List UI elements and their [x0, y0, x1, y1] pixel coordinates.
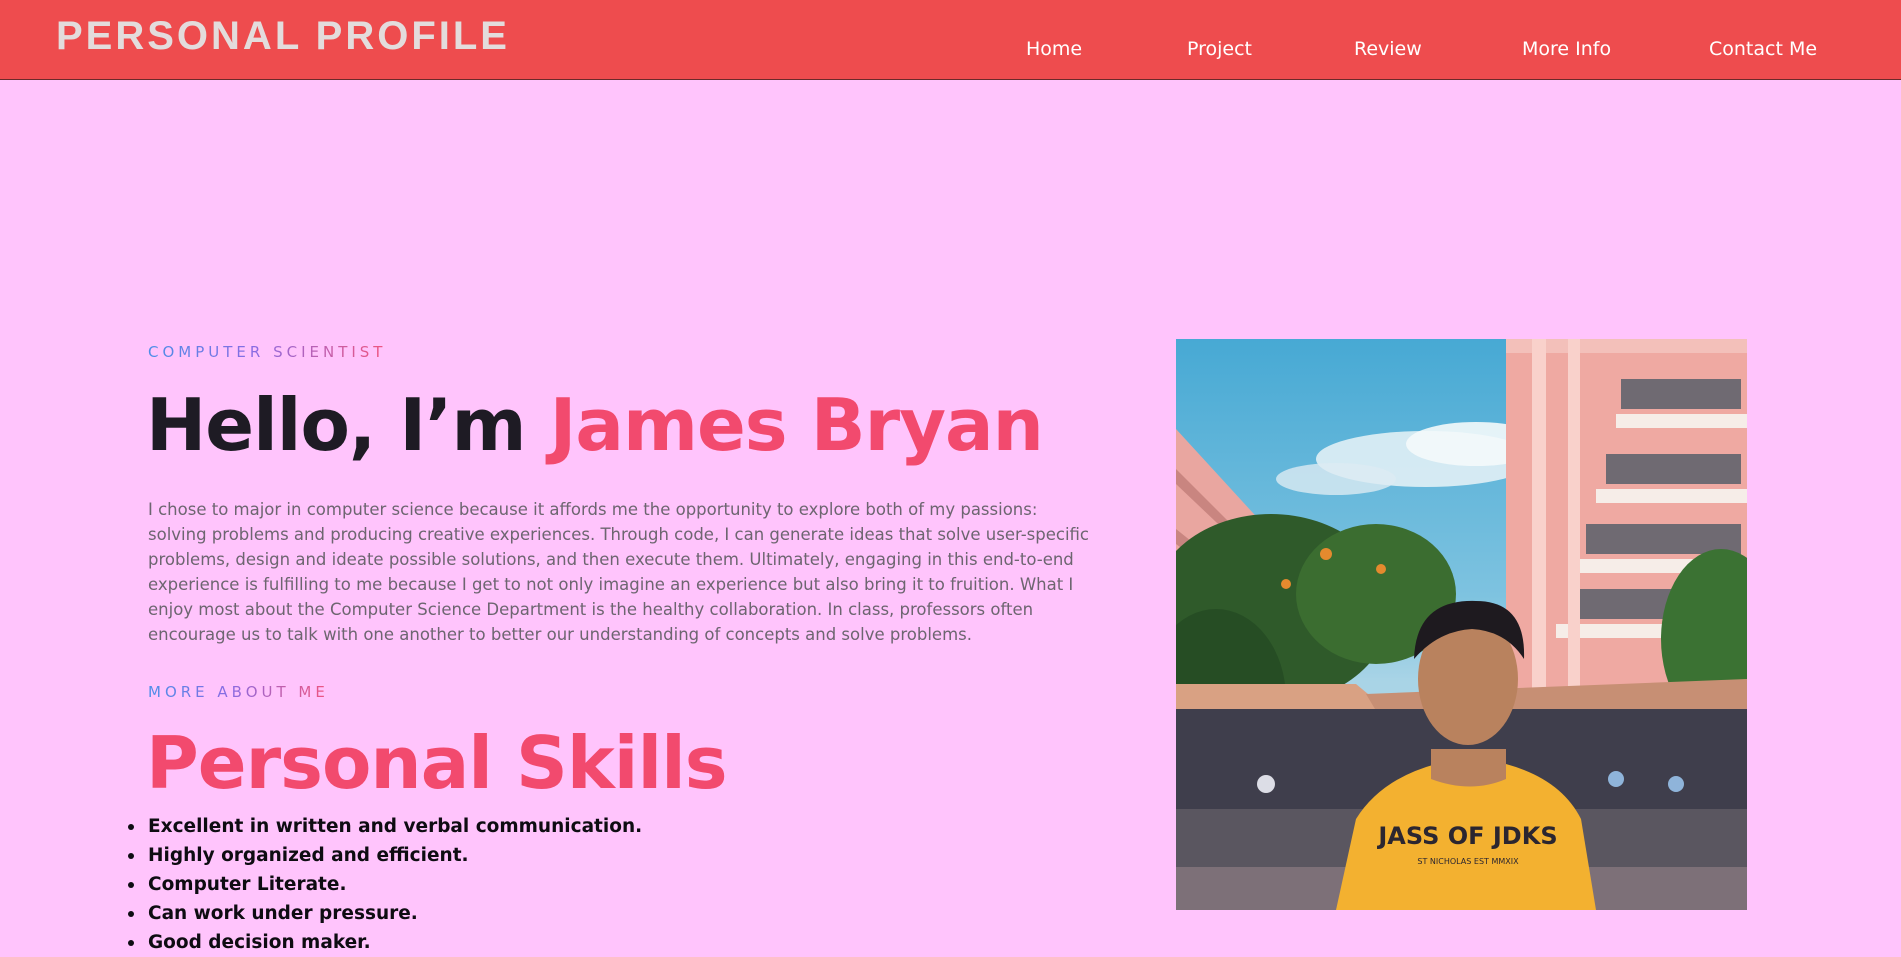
skills-eyebrow: MORE ABOUT ME: [148, 683, 329, 701]
hero-greeting: Hello, I’m: [146, 383, 526, 467]
nav-link-contact-me[interactable]: Contact Me: [1709, 38, 1817, 60]
skill-item: Can work under pressure.: [127, 899, 642, 928]
nav-link-project[interactable]: Project: [1187, 38, 1252, 60]
skill-item: Good decision maker.: [127, 928, 642, 957]
skill-item: Computer Literate.: [127, 870, 642, 899]
hero-title: Hello, I’m James Bryan: [146, 382, 1044, 468]
site-brand[interactable]: PERSONAL PROFILE: [56, 14, 510, 59]
profile-photo-illustration: JASS OF JDKS ST NICHOLAS EST MMXIX: [1176, 339, 1747, 910]
nav-link-home[interactable]: Home: [1026, 38, 1082, 60]
shirt-text: JASS OF JDKS: [1376, 822, 1557, 850]
hero-name: James Bryan: [549, 383, 1044, 467]
skill-item: Highly organized and efficient.: [127, 841, 642, 870]
roof-shape: [1176, 684, 1386, 709]
hero-eyebrow: COMPUTER SCIENTIST: [148, 343, 387, 361]
skill-item: Excellent in written and verbal communic…: [127, 812, 642, 841]
nav-link-review[interactable]: Review: [1354, 38, 1422, 60]
skills-title: Personal Skills: [146, 721, 728, 805]
bio-paragraph: I chose to major in computer science bec…: [148, 500, 1089, 644]
skills-list: Excellent in written and verbal communic…: [127, 812, 642, 957]
shirt-subtext: ST NICHOLAS EST MMXIX: [1417, 857, 1519, 866]
nav-link-more-info[interactable]: More Info: [1522, 38, 1611, 60]
top-navbar: PERSONAL PROFILE Home Project Review Mor…: [0, 0, 1901, 80]
cloud-shape: [1276, 463, 1396, 495]
profile-photo: JASS OF JDKS ST NICHOLAS EST MMXIX: [1176, 339, 1747, 910]
